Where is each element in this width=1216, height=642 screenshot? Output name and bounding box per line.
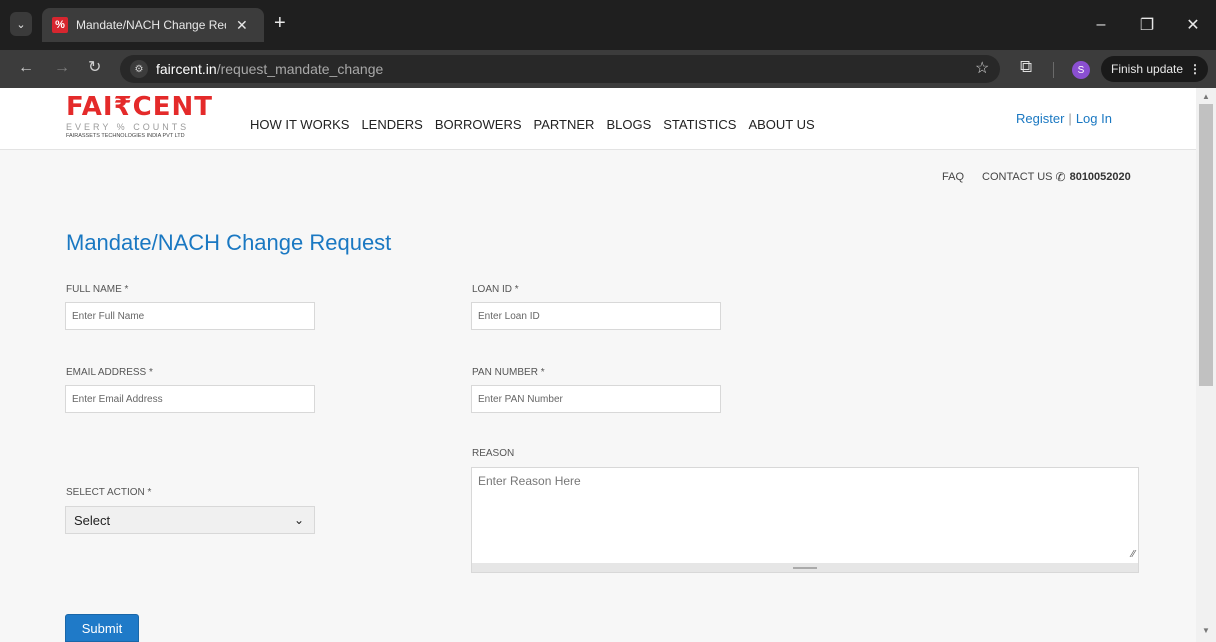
restore-icon[interactable]: ❐ [1124, 0, 1170, 50]
finish-update-label: Finish update [1111, 62, 1184, 76]
new-tab-icon[interactable]: + [274, 12, 286, 34]
nav-partner[interactable]: PARTNER [534, 117, 595, 132]
register-link[interactable]: Register [1016, 111, 1064, 126]
tab-search-icon[interactable]: ⌄ [10, 12, 32, 36]
faq-link[interactable]: FAQ [942, 171, 964, 183]
nav-blogs[interactable]: BLOGS [606, 117, 651, 132]
scroll-down-icon[interactable]: ▼ [1202, 626, 1210, 635]
auth-divider: | [1068, 111, 1072, 126]
loan-id-input[interactable]: Enter Loan ID [471, 302, 721, 330]
select-action-label: SELECT ACTION * [66, 487, 152, 498]
scrollbar-grip [793, 566, 817, 569]
bookmark-star-icon[interactable]: ☆ [975, 58, 989, 78]
url-path: /request_mandate_change [216, 61, 384, 77]
nav-how-it-works[interactable]: HOW IT WORKS [250, 117, 349, 132]
chevron-down-icon: ⌄ [293, 513, 304, 527]
reload-icon[interactable]: ↻ [88, 58, 101, 78]
tab-title: Mandate/NACH Change Reque [76, 18, 226, 32]
close-window-icon[interactable]: ✕ [1170, 0, 1216, 50]
phone-number[interactable]: 8010052020 [1070, 171, 1131, 183]
faircent-logo[interactable]: FAI₹CENT EVERY % COUNTS FAIRASSETS TECHN… [66, 94, 213, 139]
select-action-dropdown[interactable]: Select ⌄ [65, 506, 315, 534]
nav-statistics[interactable]: STATISTICS [663, 117, 736, 132]
minimize-icon[interactable]: – [1078, 0, 1124, 50]
phone-icon: ✆ [1055, 170, 1066, 184]
browser-tab-bar: ⌄ % Mandate/NACH Change Reque ✕ + – ❐ ✕ [0, 0, 1216, 50]
forward-icon[interactable]: → [54, 58, 70, 78]
contact-bar: FAQ CONTACT US ✆ 8010052020 [942, 170, 1131, 184]
email-input[interactable]: Enter Email Address [65, 385, 315, 413]
nav-lenders[interactable]: LENDERS [361, 117, 422, 132]
more-menu-icon[interactable]: ⋮ [1189, 62, 1201, 76]
loan-id-label: LOAN ID * [472, 284, 519, 295]
reason-textarea[interactable]: Enter Reason Here ⁄⁄ [471, 467, 1139, 573]
pan-input[interactable]: Enter PAN Number [471, 385, 721, 413]
site-header: FAI₹CENT EVERY % COUNTS FAIRASSETS TECHN… [0, 88, 1196, 150]
pan-label: PAN NUMBER * [472, 367, 545, 378]
resize-handle-icon[interactable]: ⁄⁄ [1132, 549, 1135, 560]
page-scrollbar[interactable]: ▲ ▼ [1196, 88, 1216, 642]
logo-company: FAIRASSETS TECHNOLOGIES INDIA PVT LTD [66, 133, 185, 139]
login-link[interactable]: Log In [1076, 111, 1112, 126]
auth-links: Register | Log In [1016, 111, 1112, 126]
logo-tagline: EVERY % COUNTS [66, 122, 190, 132]
extensions-icon[interactable]: ⧉ [1020, 57, 1032, 77]
submit-button[interactable]: Submit [65, 614, 139, 642]
logo-wordmark: FAI₹CENT [66, 92, 214, 122]
nav-borrowers[interactable]: BORROWERS [435, 117, 522, 132]
select-action-value: Select [74, 512, 111, 528]
site-info-icon[interactable]: ⚙ [130, 60, 148, 78]
full-name-input[interactable]: Enter Full Name [65, 302, 315, 330]
textarea-scrollbar[interactable] [472, 563, 1138, 572]
close-tab-icon[interactable]: ✕ [236, 17, 248, 34]
browser-tab[interactable]: % Mandate/NACH Change Reque ✕ [42, 8, 264, 42]
address-bar[interactable]: ⚙ faircent.in/request_mandate_change [120, 55, 1000, 83]
reason-label: REASON [472, 448, 515, 459]
page-title: Mandate/NACH Change Request [66, 230, 392, 255]
url-host: faircent.in [156, 61, 217, 77]
contact-us-link[interactable]: CONTACT US [982, 171, 1053, 183]
full-name-label: FULL NAME * [66, 284, 129, 295]
reason-placeholder: Enter Reason Here [478, 474, 581, 488]
window-controls: – ❐ ✕ [1078, 0, 1216, 50]
back-icon[interactable]: ← [18, 58, 34, 78]
nav-about-us[interactable]: ABOUT US [748, 117, 814, 132]
browser-toolbar: ← → ↻ ⚙ faircent.in/request_mandate_chan… [0, 50, 1216, 88]
email-label: EMAIL ADDRESS * [66, 367, 153, 378]
faircent-favicon-icon: % [52, 17, 68, 33]
finish-update-button[interactable]: Finish update ⋮ [1101, 56, 1208, 82]
scroll-up-icon[interactable]: ▲ [1202, 92, 1210, 101]
toolbar-divider [1053, 62, 1054, 78]
profile-avatar[interactable]: S [1072, 61, 1090, 79]
scrollbar-thumb[interactable] [1199, 104, 1213, 386]
main-nav: HOW IT WORKS LENDERS BORROWERS PARTNER B… [250, 117, 827, 132]
